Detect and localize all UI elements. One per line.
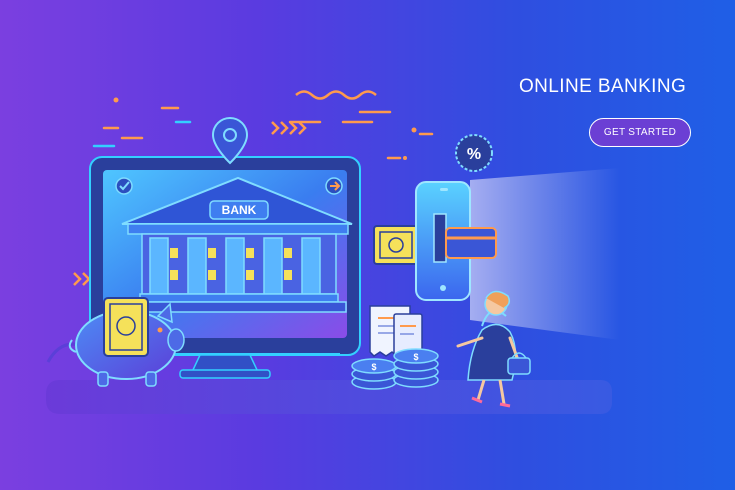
bank-sign: BANK (222, 203, 257, 217)
coin-symbol-left: $ (371, 362, 376, 372)
coin-symbol-right: $ (413, 352, 418, 362)
decor-dashes (92, 106, 434, 160)
percent-badge-label: % (467, 146, 481, 163)
arrow-right-icon (325, 177, 343, 195)
check-icon (115, 177, 133, 195)
decor-wave (295, 90, 377, 100)
get-started-button[interactable]: GET STARTED (589, 118, 691, 147)
coin-stack (351, 348, 439, 390)
chevrons-top (271, 121, 307, 135)
monitor-base (179, 369, 271, 379)
banknote-icon (103, 297, 149, 357)
page-title: ONLINE BANKING (519, 76, 687, 97)
decor-dots (113, 97, 417, 160)
cash-icon (373, 225, 419, 265)
banking-illustration: BANK % $ $ (46, 90, 620, 414)
landing-hero: BANK % $ $ ONLINE BANKING GET STARTED (0, 0, 735, 490)
floor-shape (46, 380, 612, 414)
